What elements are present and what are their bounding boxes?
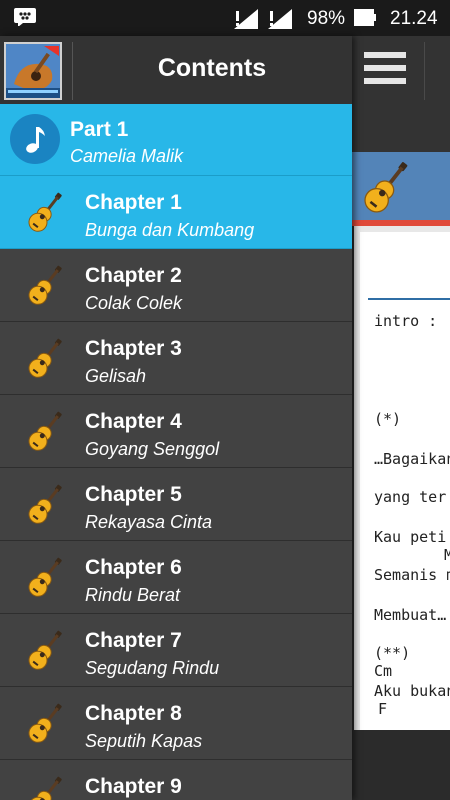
chapter-title: Chapter 8 <box>85 702 182 725</box>
part-title: Part 1 <box>70 118 129 141</box>
chapter-subtitle: Colak Colek <box>85 293 183 313</box>
background-subheader <box>352 104 450 152</box>
wifi-signal-icon <box>234 9 258 29</box>
guitar-icon <box>22 407 70 455</box>
chapter-item-6[interactable]: Chapter 6 Rindu Berat <box>0 541 352 614</box>
background-bottom <box>352 730 450 800</box>
chapter-title: Chapter 4 <box>85 410 182 433</box>
chapter-subtitle: Segudang Rindu <box>85 658 220 678</box>
music-note-icon <box>10 114 60 164</box>
lyric-line: (*) <box>374 410 402 428</box>
lyric-line: (**) <box>374 644 411 662</box>
chapter-banner <box>352 152 450 220</box>
lyric-line: Aku bukan <box>374 682 450 700</box>
chapter-subtitle: Rindu Berat <box>85 585 181 605</box>
lyric-line: Membuat… <box>374 606 447 624</box>
chapter-item-3[interactable]: Chapter 3 Gelisah <box>0 322 352 395</box>
lyrics-page: intro : (*) …Bagaikan yang ter Kau peti … <box>360 232 450 730</box>
lyric-line: F <box>378 700 388 718</box>
chapter-title: Chapter 7 <box>85 629 182 652</box>
chapter-subtitle: Goyang Senggol <box>85 439 220 459</box>
bbm-icon <box>14 8 36 26</box>
battery-icon <box>354 9 376 26</box>
lyric-line: …Bagaikan <box>374 450 450 468</box>
guitar-icon <box>22 261 70 309</box>
chapter-item-2[interactable]: Chapter 2 Colak Colek <box>0 249 352 322</box>
battery-percentage: 98% <box>307 8 346 29</box>
guitar-icon <box>22 699 70 747</box>
chapter-item-5[interactable]: Chapter 5 Rekayasa Cinta <box>0 468 352 541</box>
status-bar: 98% 21.24 <box>0 0 450 36</box>
chapter-title: Chapter 9 <box>85 775 182 798</box>
lyric-line: intro : <box>374 312 438 330</box>
guitar-icon <box>22 553 70 601</box>
drawer-title: Contents <box>157 54 267 82</box>
guitar-icon <box>22 772 70 800</box>
chapter-title: Chapter 2 <box>85 264 182 287</box>
chapter-item-7[interactable]: Chapter 7 Segudang Rindu <box>0 614 352 687</box>
lyric-line: M <box>444 546 450 564</box>
lyric-line: Cm <box>374 662 393 680</box>
guitar-icon <box>22 334 70 382</box>
chapter-title: Chapter 6 <box>85 556 182 579</box>
lyric-line: Kau peti <box>374 528 447 546</box>
guitar-icon <box>364 162 408 213</box>
background-toolbar <box>352 36 450 104</box>
title-underline <box>368 298 450 300</box>
lyric-line: yang ter <box>374 488 447 506</box>
chapter-title: Chapter 3 <box>85 337 182 360</box>
chapter-list: Chapter 1 Bunga dan Kumbang Chapter 2 Colak… <box>0 176 352 800</box>
background-content-pane: intro : (*) …Bagaikan yang ter Kau peti … <box>352 36 450 800</box>
chapter-item-1[interactable]: Chapter 1 Bunga dan Kumbang <box>0 176 352 249</box>
navigation-drawer: Contents Part 1 Camelia Malik Chapter 1 B… <box>0 36 352 800</box>
chapter-subtitle: Seputih Kapas <box>85 731 203 751</box>
chapter-item-9[interactable]: Chapter 9 <box>0 760 352 800</box>
lyric-line: Semanis m <box>374 566 450 584</box>
toolbar-divider <box>424 42 425 100</box>
guitar-icon <box>22 626 70 674</box>
guitar-icon <box>6 44 60 98</box>
chapter-subtitle: Bunga dan Kumbang <box>85 220 255 240</box>
chapter-item-4[interactable]: Chapter 4 Goyang Senggol <box>0 395 352 468</box>
lyrics-document[interactable]: intro : (*) …Bagaikan yang ter Kau peti … <box>354 226 450 730</box>
part-header[interactable]: Part 1 Camelia Malik <box>0 104 352 176</box>
chapter-subtitle: Gelisah <box>85 366 147 386</box>
drawer-header: Contents <box>0 36 352 104</box>
guitar-icon <box>22 480 70 528</box>
clock: 21.24 <box>390 8 438 29</box>
chapter-subtitle: Rekayasa Cinta <box>85 512 213 532</box>
app-logo[interactable] <box>4 42 62 100</box>
guitar-icon <box>22 188 70 236</box>
chapter-title: Chapter 5 <box>85 483 182 506</box>
cell-signal-icon <box>268 9 292 29</box>
hamburger-menu-icon[interactable] <box>364 52 406 88</box>
part-subtitle: Camelia Malik <box>70 146 184 166</box>
chapter-title: Chapter 1 <box>85 191 182 214</box>
chapter-item-8[interactable]: Chapter 8 Seputih Kapas <box>0 687 352 760</box>
